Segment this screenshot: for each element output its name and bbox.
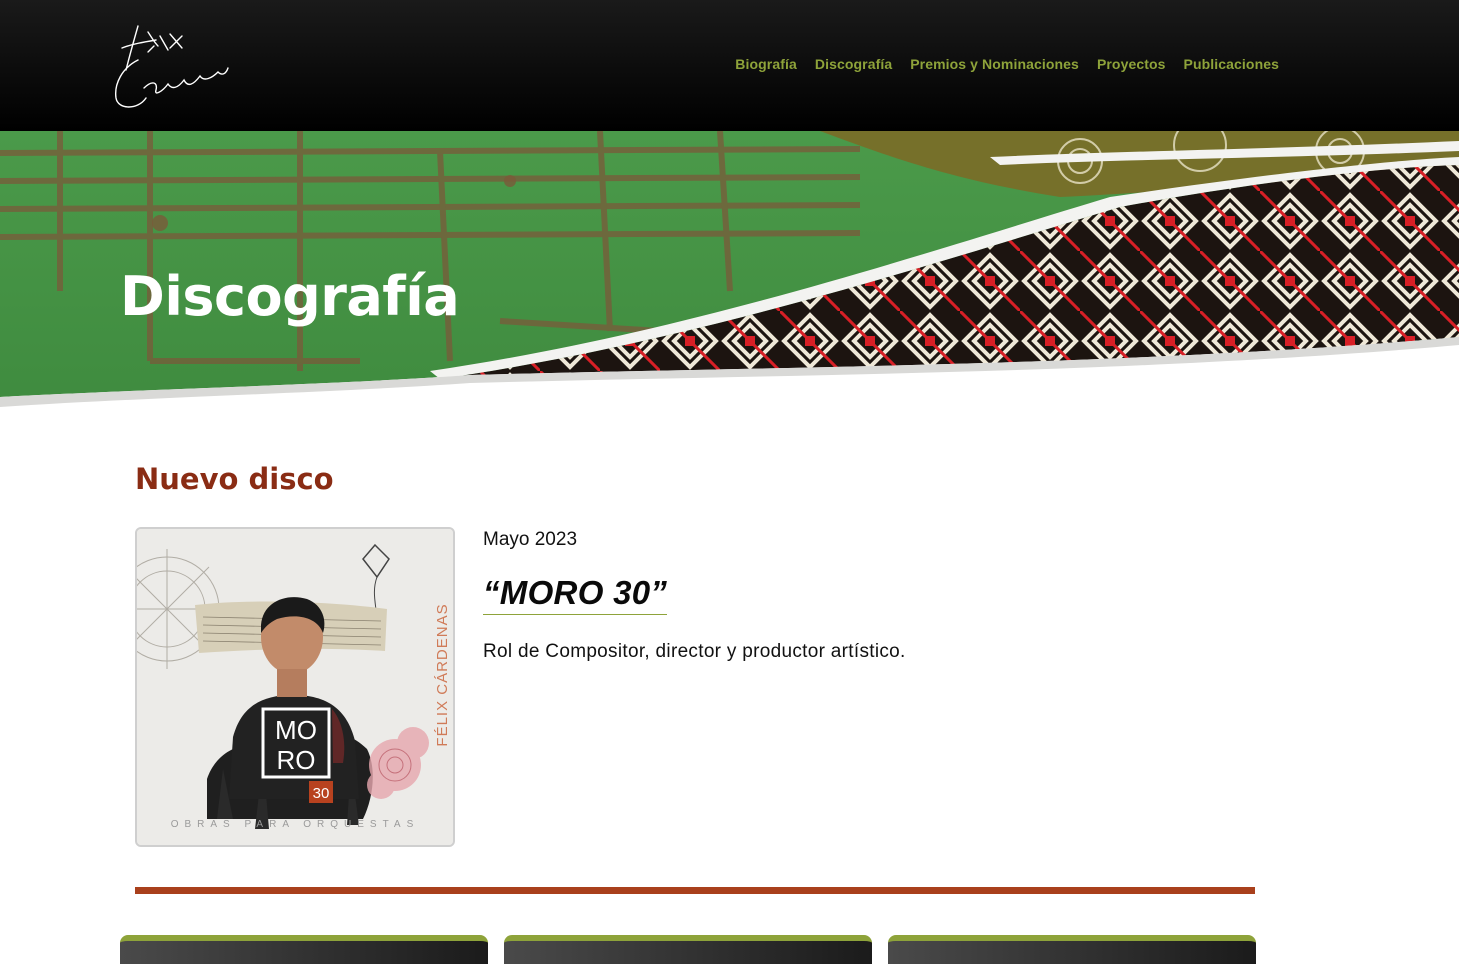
album-cover-art: MO RO 30 FÉLIX CÁRDENAS OBRAS PARA ORQUE… (137, 529, 453, 845)
album-card[interactable] (120, 935, 488, 964)
cover-number: 30 (313, 785, 330, 802)
section-divider (135, 887, 1255, 894)
cover-artist: FÉLIX CÁRDENAS (434, 603, 451, 746)
section-heading: Nuevo disco (135, 462, 334, 496)
hero-banner: Discografía (0, 131, 1459, 431)
page-title: Discografía (120, 265, 460, 328)
nav-publicaciones[interactable]: Publicaciones (1184, 56, 1279, 72)
cover-subtitle: OBRAS PARA ORQUESTAS (171, 819, 420, 830)
cover-word1: MO (275, 715, 317, 745)
album-cover[interactable]: MO RO 30 FÉLIX CÁRDENAS OBRAS PARA ORQUE… (135, 527, 455, 847)
nav-premios[interactable]: Premios y Nominaciones (910, 56, 1079, 72)
album-card[interactable] (504, 935, 872, 964)
main-nav: Biografía Discografía Premios y Nominaci… (735, 56, 1279, 72)
album-card[interactable] (888, 935, 1256, 964)
signature-icon (115, 25, 229, 108)
logo-signature[interactable] (108, 18, 233, 116)
album-role: Rol de Compositor, director y productor … (483, 641, 906, 662)
release-date: Mayo 2023 (483, 529, 578, 550)
site-header: Biografía Discografía Premios y Nominaci… (0, 0, 1459, 131)
cover-word2: RO (277, 745, 316, 775)
nav-proyectos[interactable]: Proyectos (1097, 56, 1166, 72)
nav-biografia[interactable]: Biografía (735, 56, 797, 72)
album-title[interactable]: “MORO 30” (483, 574, 668, 615)
nav-discografia[interactable]: Discografía (815, 56, 892, 72)
